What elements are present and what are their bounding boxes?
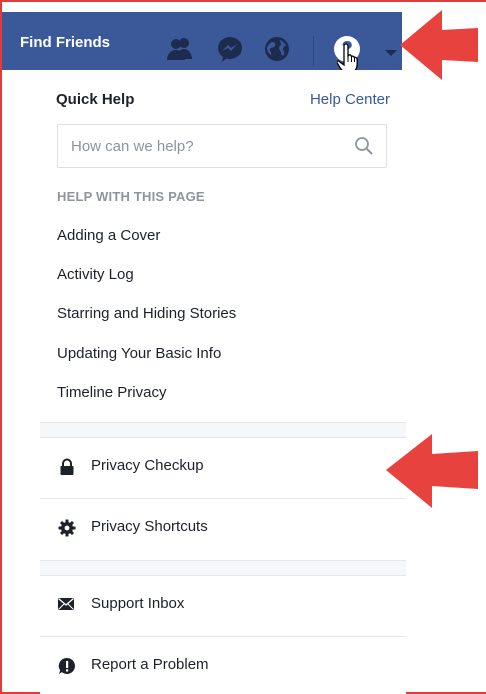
globe-icon[interactable] <box>263 35 291 63</box>
help-center-link[interactable]: Help Center <box>310 91 390 108</box>
lock-icon <box>58 458 76 476</box>
help-item-starring-hiding-stories[interactable]: Starring and Hiding Stories <box>57 305 236 322</box>
privacy-shortcuts-item[interactable]: Privacy Shortcuts <box>40 499 406 555</box>
report-problem-label: Report a Problem <box>91 656 209 673</box>
friends-icon[interactable] <box>166 35 194 63</box>
messenger-icon[interactable] <box>216 35 244 63</box>
help-with-this-page-heading: HELP WITH THIS PAGE <box>57 189 205 204</box>
privacy-shortcuts-label: Privacy Shortcuts <box>91 518 208 535</box>
help-search-box <box>57 124 387 168</box>
help-search-input[interactable] <box>58 125 351 167</box>
section-separator <box>40 560 406 576</box>
find-friends-link[interactable]: Find Friends <box>20 34 110 51</box>
report-problem-item[interactable]: Report a Problem <box>40 637 406 693</box>
support-inbox-label: Support Inbox <box>91 595 185 612</box>
support-inbox-item[interactable]: Support Inbox <box>40 576 406 632</box>
help-item-timeline-privacy[interactable]: Timeline Privacy <box>57 384 166 401</box>
privacy-checkup-item[interactable]: Privacy Checkup <box>40 438 406 494</box>
help-item-updating-basic-info[interactable]: Updating Your Basic Info <box>57 345 221 362</box>
envelope-icon <box>58 597 74 611</box>
annotation-arrow-privacy-checkup <box>384 430 482 512</box>
help-item-activity-log[interactable]: Activity Log <box>57 266 134 283</box>
help-item-adding-a-cover[interactable]: Adding a Cover <box>57 227 160 244</box>
quick-help-title: Quick Help <box>56 91 135 108</box>
toolbar-divider <box>313 36 314 66</box>
quick-help-menu: Quick Help Help Center HELP WITH THIS PA… <box>40 70 406 694</box>
chevron-down-icon[interactable] <box>385 50 397 56</box>
gear-icon <box>58 519 76 537</box>
privacy-checkup-label: Privacy Checkup <box>91 457 204 474</box>
annotation-arrow-top <box>398 6 482 84</box>
section-separator <box>40 422 406 438</box>
exclamation-bubble-icon <box>58 657 76 675</box>
search-icon[interactable] <box>354 136 374 156</box>
